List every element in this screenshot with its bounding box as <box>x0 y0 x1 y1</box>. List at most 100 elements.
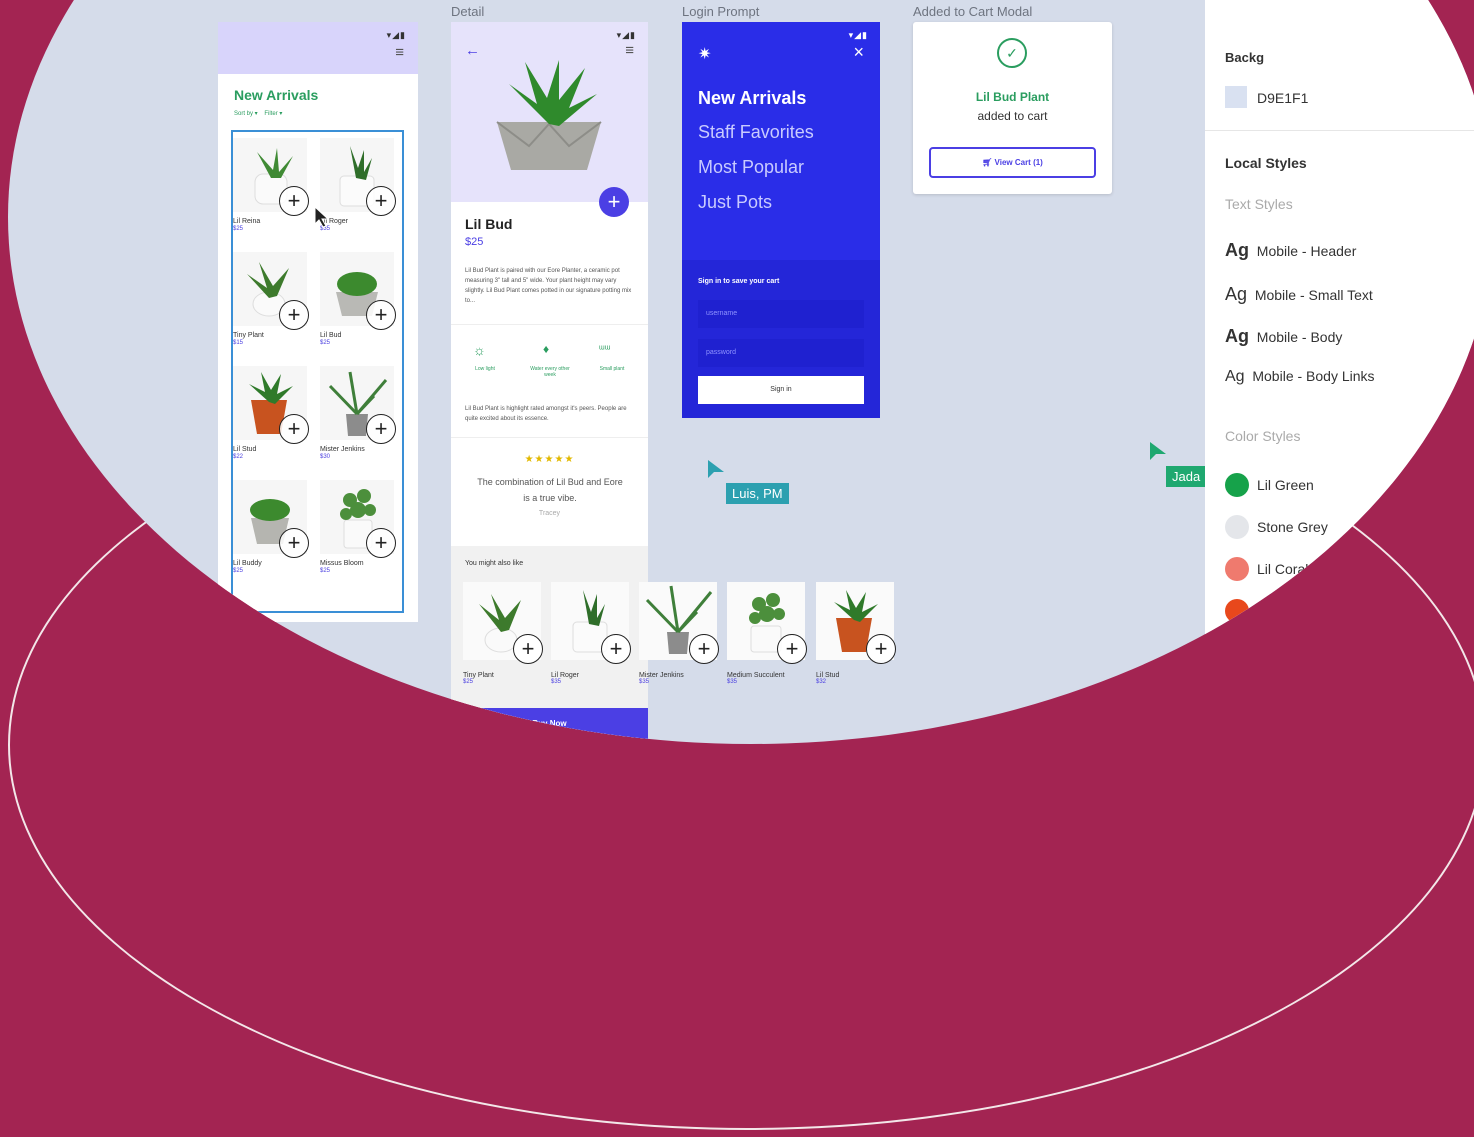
product-name: Missus Bloom <box>320 560 364 567</box>
text-style-header[interactable]: Ag Mobile - Header <box>1225 240 1356 261</box>
plant-image: + <box>233 366 309 444</box>
product-price: $35 <box>727 679 738 685</box>
product-price: $22 <box>233 454 244 460</box>
color-swatch-stone-grey[interactable] <box>1225 515 1249 539</box>
add-to-cart-button[interactable]: + <box>599 187 629 217</box>
color-swatch-lil-red[interactable] <box>1225 599 1249 623</box>
text-style-name: Mobile - Body Links <box>1252 368 1375 384</box>
menu-icon[interactable]: ≡ <box>395 44 404 61</box>
filter-dropdown[interactable]: Filter <box>264 111 277 117</box>
view-cart-button[interactable]: 🛒︎ View Cart (1) <box>929 147 1096 178</box>
product-price: $35 <box>551 679 562 685</box>
text-style-body-links[interactable]: Ag Mobile - Body Links <box>1225 368 1375 386</box>
add-to-cart-icon[interactable]: + <box>866 634 896 664</box>
frame-label-login: Login Prompt <box>682 4 760 19</box>
recommendation-card[interactable]: + Lil Stud $32 <box>816 582 896 685</box>
buy-now-button[interactable]: Buy Now <box>451 708 648 744</box>
product-card[interactable]: + Missus Bloom $25 <box>320 480 396 574</box>
frame-label-modal: Added to Cart Modal <box>913 4 1033 19</box>
add-to-cart-icon[interactable]: + <box>513 634 543 664</box>
product-price: $25 <box>465 236 484 248</box>
add-to-cart-icon[interactable]: + <box>689 634 719 664</box>
login-screen[interactable]: ▾◢▮ ✷ × New Arrivals Staff Favorites Mos… <box>682 22 880 418</box>
local-styles-heading: Local Styles <box>1225 155 1307 171</box>
add-to-cart-icon[interactable]: + <box>279 414 309 444</box>
add-to-cart-icon[interactable]: + <box>366 186 396 216</box>
recommendation-card[interactable]: + Lil Roger $35 <box>551 582 631 685</box>
password-field[interactable]: password <box>698 339 864 367</box>
menu-item-most-popular[interactable]: Most Popular <box>698 157 804 178</box>
back-arrow-icon[interactable]: ← <box>465 42 480 59</box>
menu-icon[interactable]: ≡ <box>625 42 634 59</box>
plant-image: + <box>463 582 543 664</box>
rating-text: Lil Bud Plant is highlight rated amongst… <box>465 406 627 422</box>
menu-item-staff-favorites[interactable]: Staff Favorites <box>698 122 814 143</box>
divider <box>451 437 648 438</box>
add-to-cart-icon[interactable]: + <box>601 634 631 664</box>
listing-header: ▾◢▮ ≡ <box>218 22 418 74</box>
product-price: $25 <box>233 226 244 232</box>
feature-small: Small plant <box>599 366 625 372</box>
plant-image: + <box>320 480 396 558</box>
product-card[interactable]: + Lil Buddy $25 <box>233 480 309 574</box>
color-name: Stone Grey <box>1257 519 1328 535</box>
status-bar-icons: ▾◢▮ <box>848 30 868 40</box>
plant-image: + <box>233 480 309 558</box>
product-price: $30 <box>320 454 331 460</box>
add-to-cart-icon[interactable]: + <box>279 186 309 216</box>
add-to-cart-icon[interactable]: + <box>366 414 396 444</box>
styles-panel: Backg D9E1F1 Local Styles Text Styles Ag… <box>1205 0 1474 744</box>
recommendation-card[interactable]: + Tiny Plant $25 <box>463 582 543 685</box>
cart-icon: 🛒︎ <box>982 158 993 167</box>
recommendation-card[interactable]: + Medium Succulent $35 <box>727 582 807 685</box>
collaborator-tag-luis: Luis, PM <box>726 483 789 504</box>
check-circle-icon: ✓ <box>997 38 1027 68</box>
divider <box>451 324 648 325</box>
review-quote: The combination of Lil Bud and Eore is a… <box>477 477 623 503</box>
add-to-cart-icon[interactable]: + <box>279 300 309 330</box>
background-swatch[interactable] <box>1225 86 1247 108</box>
text-style-body[interactable]: Ag Mobile - Body <box>1225 326 1342 347</box>
product-name: Lil Bud <box>320 332 342 339</box>
text-style-name: Mobile - Small Text <box>1254 287 1373 303</box>
sign-in-prompt: Sign in to save your cart <box>698 278 780 285</box>
design-canvas[interactable]: Detail Login Prompt Added to Cart Modal … <box>8 0 1474 744</box>
close-icon[interactable]: × <box>853 42 864 63</box>
product-name: Lil Stud <box>816 672 840 679</box>
sign-in-button[interactable]: Sign in <box>698 376 864 404</box>
collaborator-cursor-icon <box>1150 442 1166 460</box>
plant-image: + <box>320 366 396 444</box>
plant-image: + <box>727 582 807 664</box>
product-card[interactable]: + Lil Roger $35 <box>320 138 396 232</box>
sort-dropdown[interactable]: Sort by <box>234 111 253 117</box>
ag-sample: Ag <box>1225 284 1248 304</box>
product-card[interactable]: + Lil Stud $22 <box>233 366 309 460</box>
product-description: Lil Bud Plant is paired with our Eore Pl… <box>465 268 632 304</box>
product-card[interactable]: + Lil Reina $25 <box>233 138 309 232</box>
username-field[interactable]: username <box>698 300 864 328</box>
product-name: Lil Bud <box>465 216 513 232</box>
color-swatch-yellow[interactable] <box>1225 641 1249 665</box>
product-price: $35 <box>320 226 331 232</box>
product-card[interactable]: + Lil Bud $25 <box>320 252 396 346</box>
sort-filter-row: Sort by ▾ Filter ▾ <box>234 111 283 117</box>
text-style-small-text[interactable]: Ag Mobile - Small Text <box>1225 284 1373 305</box>
menu-item-just-pots[interactable]: Just Pots <box>698 192 772 213</box>
grass-icon: ᵚᵚ <box>599 344 611 355</box>
add-to-cart-icon[interactable]: + <box>777 634 807 664</box>
product-name: Lil Stud <box>233 446 257 453</box>
background-label: Backg <box>1225 50 1265 65</box>
background-hex[interactable]: D9E1F1 <box>1257 90 1308 106</box>
product-card[interactable]: + Tiny Plant $15 <box>233 252 309 346</box>
product-card[interactable]: + Mister Jenkins $30 <box>320 366 396 460</box>
color-swatch-lil-coral[interactable] <box>1225 557 1249 581</box>
add-to-cart-icon[interactable]: + <box>279 528 309 558</box>
added-to-cart-modal: ✓ Lil Bud Plant added to cart 🛒︎ View Ca… <box>913 22 1112 194</box>
frame-label-detail: Detail <box>451 4 485 19</box>
color-swatch-lil-green[interactable] <box>1225 473 1249 497</box>
add-to-cart-icon[interactable]: + <box>366 528 396 558</box>
menu-item-new-arrivals[interactable]: New Arrivals <box>698 88 806 109</box>
recommendation-card[interactable]: + Mister Jenkins $35 <box>639 582 719 685</box>
add-to-cart-icon[interactable]: + <box>366 300 396 330</box>
divider <box>1205 130 1474 131</box>
